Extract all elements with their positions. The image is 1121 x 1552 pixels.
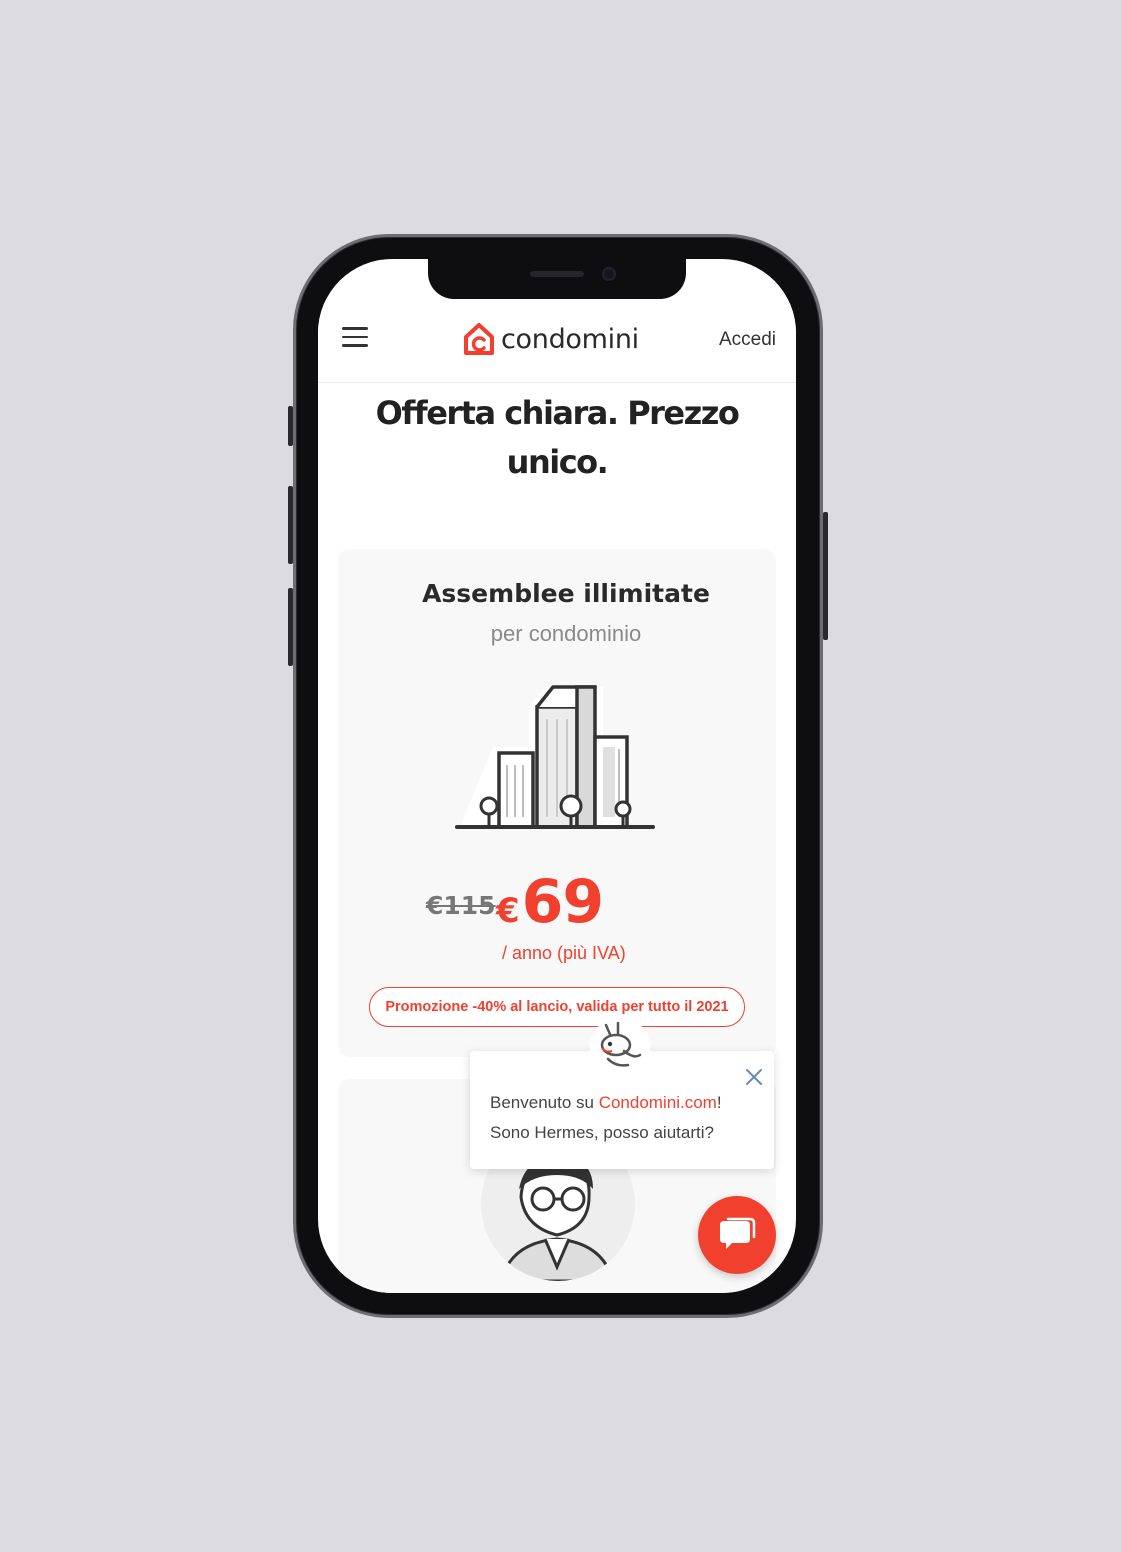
chat-bubble-icon [720, 1217, 756, 1249]
chat-greeting-brand[interactable]: Condomini.com [599, 1093, 717, 1112]
login-link[interactable]: Accedi [719, 329, 776, 351]
plan-subtitle: per condominio [490, 621, 642, 646]
page-title: Offerta chiara. Prezzo unico. [348, 389, 766, 487]
buildings-illustration-icon [455, 685, 655, 829]
price-currency: € [496, 891, 520, 931]
old-price: €115 [426, 891, 496, 920]
dog-mascot-icon [590, 1017, 650, 1077]
phone-volume-down [288, 588, 293, 666]
phone-screen: condomini Accedi Offerta chiara. Prezzo … [318, 259, 796, 1293]
price-amount: 69 [521, 867, 604, 937]
house-logo-icon [464, 323, 494, 355]
logo-text: condomini [501, 323, 639, 355]
chat-question: Sono Hermes, posso aiutarti? [490, 1123, 714, 1142]
page-title-line-1: Offerta chiara. Prezzo [375, 394, 740, 432]
new-price: € 69 [496, 867, 604, 937]
front-camera [602, 267, 616, 281]
plan-title: Assemblee illimitate [422, 579, 710, 608]
chat-greeting-suffix: ! [716, 1093, 722, 1112]
hamburger-menu-icon[interactable] [342, 327, 368, 347]
chat-launcher-button[interactable] [698, 1196, 776, 1274]
promo-badge: Promozione -40% al lancio, valida per tu… [369, 987, 745, 1027]
site-logo[interactable]: condomini [463, 319, 639, 359]
phone-notch [428, 259, 686, 299]
chat-greeting-prefix: Benvenuto su [490, 1093, 599, 1112]
phone-mute-switch [288, 406, 293, 446]
chat-welcome-popup[interactable]: Benvenuto su Condomini.com! Sono Hermes,… [470, 1017, 774, 1169]
pricing-card: Assemblee illimitate per condominio €115… [338, 549, 776, 1057]
page-title-line-2: unico. [506, 443, 609, 481]
phone-power-button [823, 512, 828, 640]
site-header: condomini Accedi [318, 299, 796, 383]
phone-volume-up [288, 486, 293, 564]
speaker-grille [530, 271, 584, 277]
chat-greeting: Benvenuto su Condomini.com! [490, 1093, 722, 1113]
close-icon[interactable] [744, 1067, 764, 1087]
price-period: / anno (più IVA) [502, 943, 626, 963]
